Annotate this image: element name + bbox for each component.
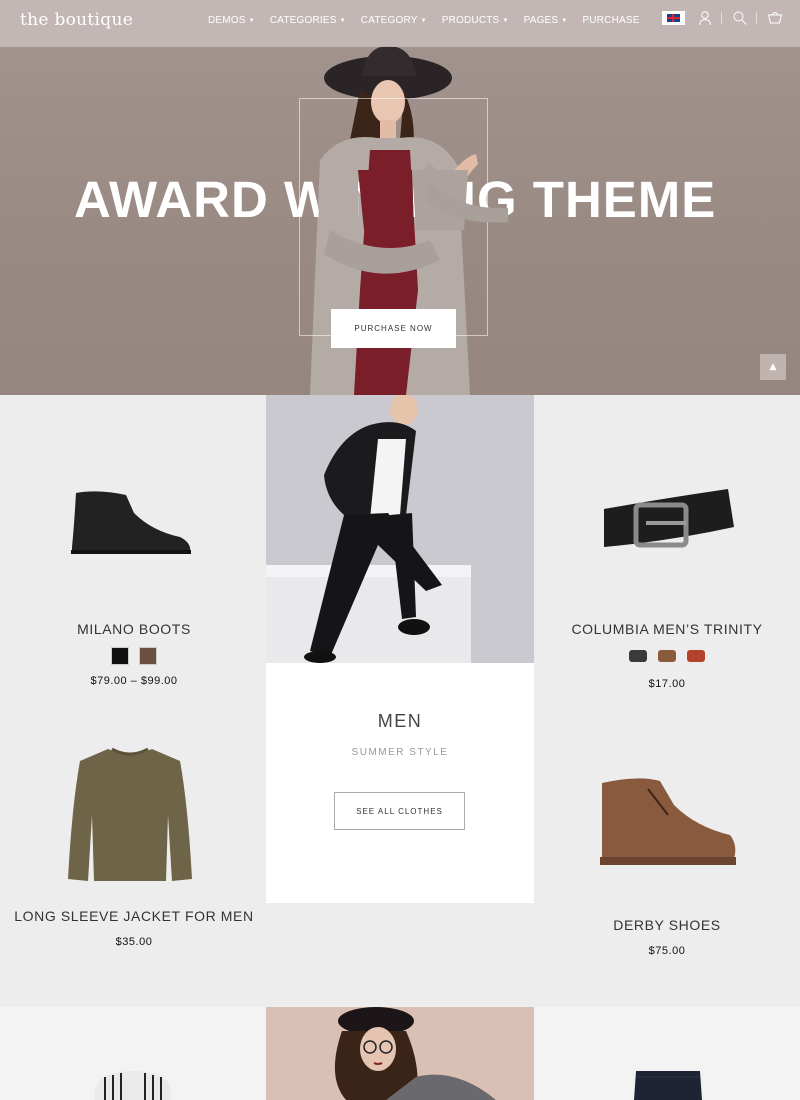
- scroll-to-top-button[interactable]: ▲: [760, 354, 786, 380]
- swatch-tan[interactable]: [687, 650, 706, 662]
- derby-shoes-image[interactable]: [598, 775, 738, 870]
- nav-item-label: CATEGORY: [360, 15, 418, 26]
- nav-item-label: PRODUCTS: [441, 15, 500, 26]
- swatch-brown[interactable]: [138, 647, 157, 665]
- product-price: $35.00: [115, 936, 153, 948]
- nav-item-label: PAGES: [523, 15, 559, 26]
- sweater-image[interactable]: [68, 745, 193, 885]
- chevron-up-icon: ▲: [769, 362, 777, 372]
- chevron-down-icon: ▼: [339, 17, 346, 24]
- nav-item-label: PURCHASE: [582, 15, 640, 26]
- search-icon[interactable]: [732, 10, 748, 26]
- swatch-brown[interactable]: [658, 650, 676, 662]
- site-logo[interactable]: the boutique: [20, 10, 133, 30]
- chevron-down-icon: ▼: [561, 17, 568, 24]
- nav-item-label: DEMOS: [208, 15, 246, 26]
- milano-boots-image[interactable]: [68, 487, 193, 557]
- chevron-down-icon: ▼: [248, 17, 255, 24]
- product-name[interactable]: COLUMBIA MEN’S TRINITY: [534, 621, 800, 637]
- user-icon[interactable]: [697, 10, 713, 26]
- product-card-derby-shoes: DERBY SHOES $75.00: [534, 917, 800, 957]
- product-name[interactable]: MILANO BOOTS: [0, 621, 268, 637]
- hero-banner: AWARD WINNING THEME PURCHASE NOW ▲ the b…: [0, 0, 800, 395]
- nav-item-label: CATEGORIES: [269, 15, 337, 26]
- product-grid-row-2: [0, 1007, 800, 1100]
- men-category-image[interactable]: [266, 395, 534, 663]
- header-divider: [756, 12, 757, 24]
- category-title: MEN: [377, 711, 423, 731]
- nav-item-category[interactable]: CATEGORY ▼: [361, 15, 427, 26]
- women-category-image[interactable]: [266, 1007, 534, 1100]
- product-price: $17.00: [648, 678, 686, 690]
- color-swatches: [534, 647, 800, 666]
- jeans-image[interactable]: [634, 1071, 702, 1100]
- product-card-long-sleeve-jacket: LONG SLEEVE JACKET FOR MEN $35.00: [0, 908, 268, 948]
- chevron-down-icon: ▼: [502, 17, 509, 24]
- main-nav: DEMOS ▼ CATEGORIES ▼ CATEGORY ▼ PRODUCTS…: [208, 15, 655, 26]
- product-price: $79.00 – $99.00: [90, 675, 178, 687]
- chevron-down-icon: ▼: [420, 17, 427, 24]
- nav-item-categories[interactable]: CATEGORIES ▼: [270, 15, 346, 26]
- purchase-now-button[interactable]: PURCHASE NOW: [331, 309, 456, 348]
- product-name[interactable]: DERBY SHOES: [534, 917, 800, 933]
- nav-item-purchase[interactable]: PURCHASE: [582, 15, 639, 26]
- header-divider: [721, 12, 722, 24]
- product-price: $75.00: [648, 945, 686, 957]
- uk-flag-icon[interactable]: [662, 11, 685, 25]
- color-swatches: [0, 647, 268, 669]
- see-all-clothes-button[interactable]: SEE ALL CLOTHES: [334, 792, 465, 830]
- swatch-black[interactable]: [111, 647, 130, 665]
- category-subtitle: SUMMER STYLE: [351, 747, 449, 758]
- hero-model-overlay: [318, 170, 508, 230]
- belt-image[interactable]: [600, 487, 735, 567]
- product-name[interactable]: LONG SLEEVE JACKET FOR MEN: [0, 908, 268, 924]
- product-card-milano-boots: MILANO BOOTS $79.00 – $99.00: [0, 621, 268, 687]
- product-card-columbia-trinity: COLUMBIA MEN’S TRINITY $17.00: [534, 621, 800, 690]
- product-grid: MILANO BOOTS $79.00 – $99.00 COLUMBIA ME…: [0, 395, 800, 1007]
- category-card-men: MEN SUMMER STYLE SEE ALL CLOTHES: [266, 395, 534, 903]
- navbar: the boutique DEMOS ▼ CATEGORIES ▼ CATEGO…: [0, 0, 800, 47]
- cart-icon[interactable]: [767, 10, 783, 26]
- swatch-black[interactable]: [628, 650, 647, 662]
- nav-item-pages[interactable]: PAGES ▼: [524, 15, 568, 26]
- nav-item-demos[interactable]: DEMOS ▼: [208, 15, 255, 26]
- nav-item-products[interactable]: PRODUCTS ▼: [442, 15, 509, 26]
- striped-jacket-image[interactable]: [85, 1069, 180, 1100]
